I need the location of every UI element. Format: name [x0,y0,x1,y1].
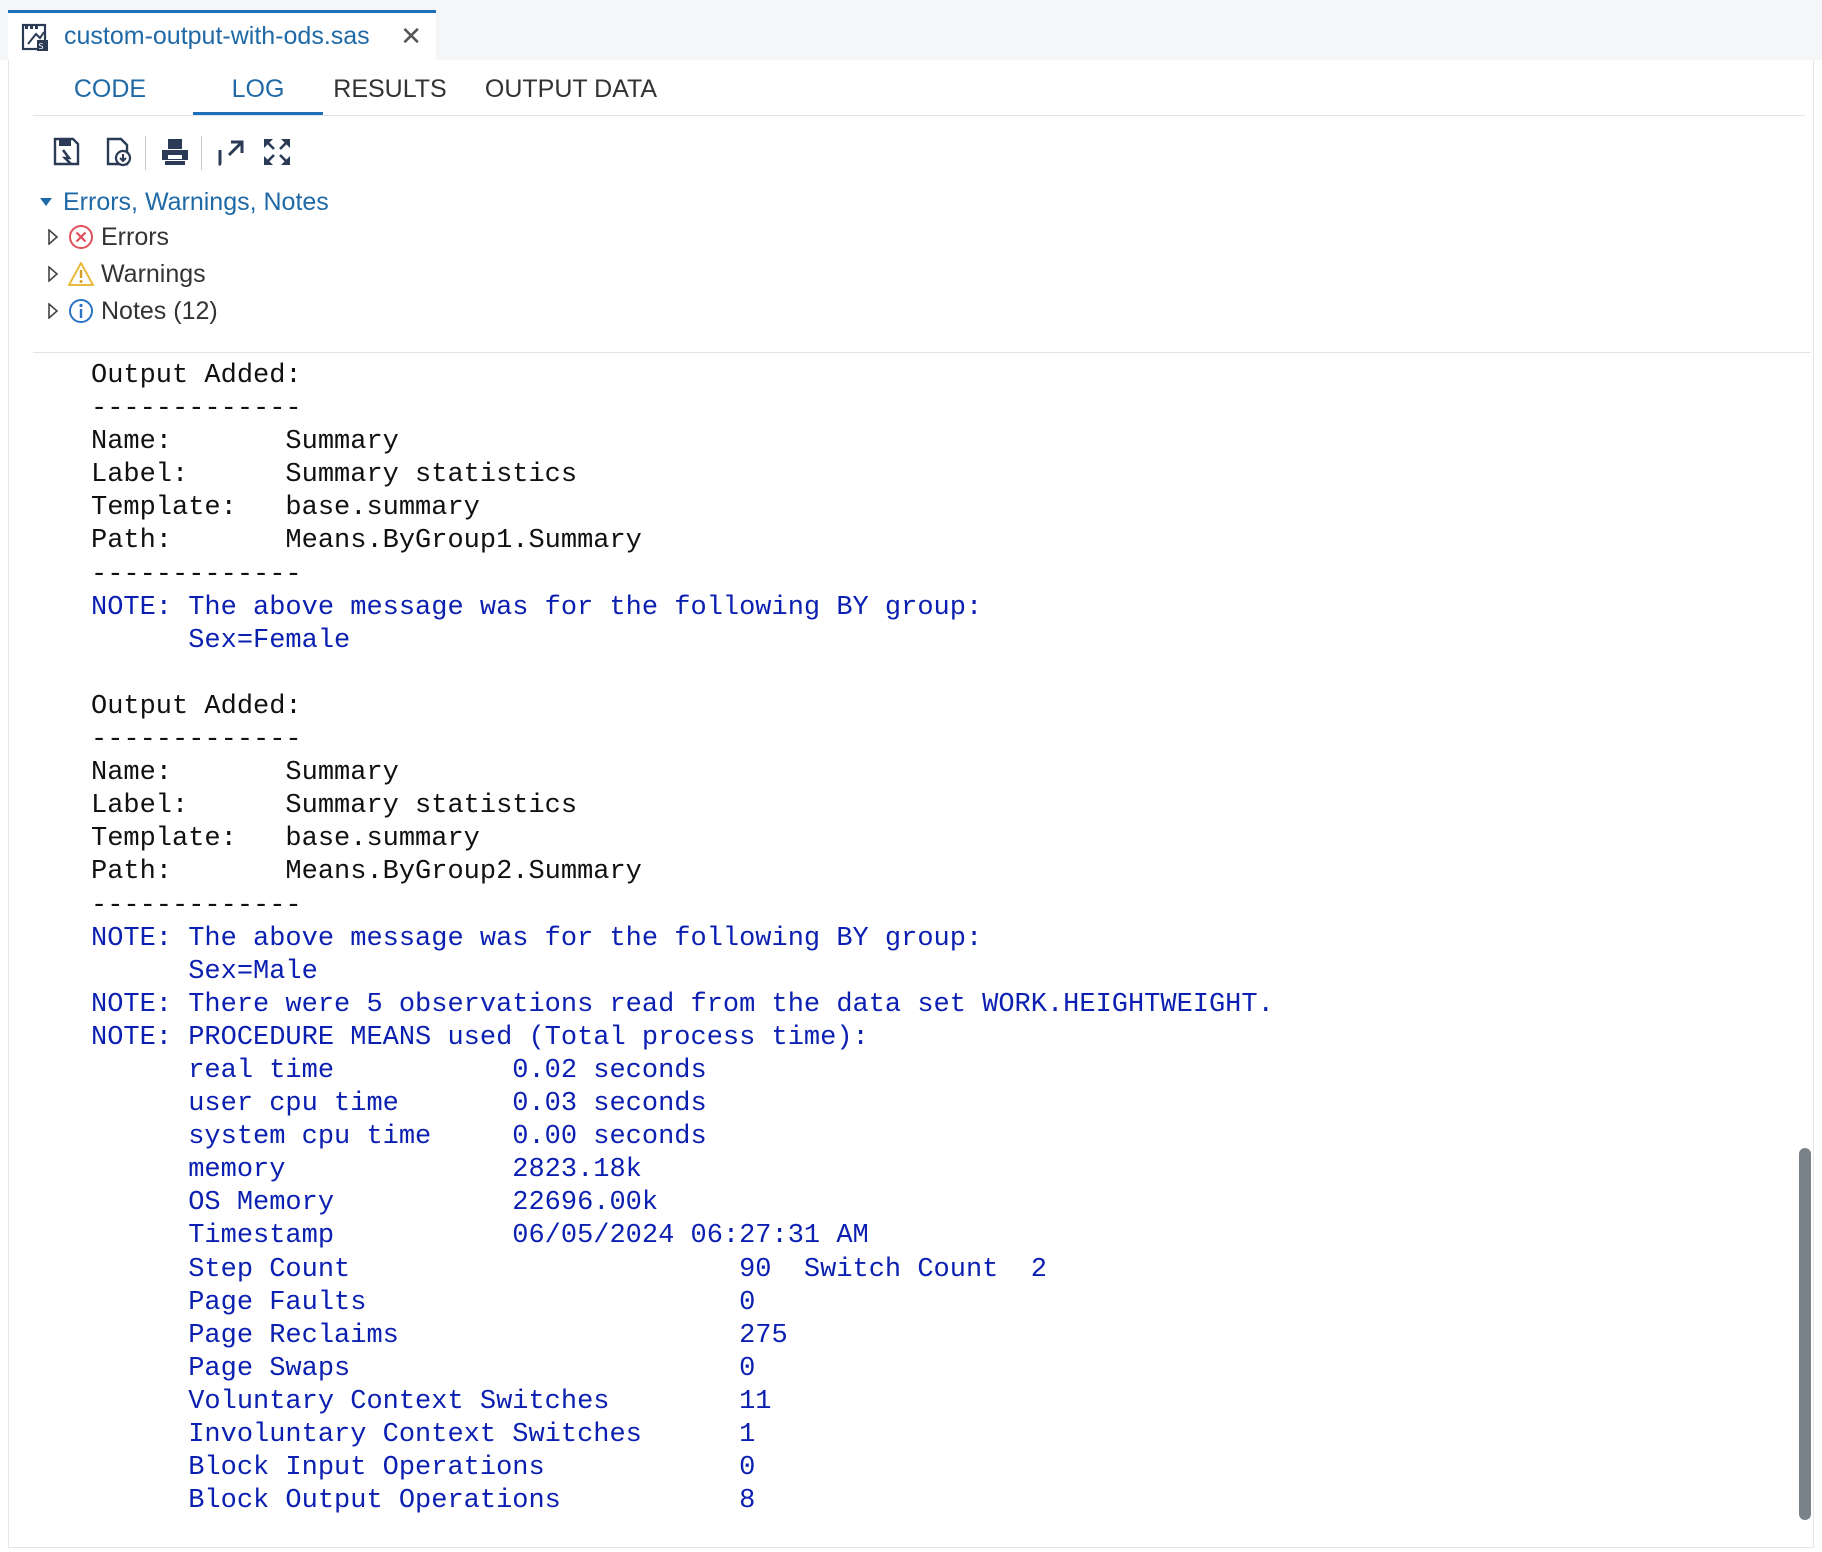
popout-icon[interactable] [215,136,247,168]
log-line: Name: Summary [91,758,399,789]
log-note-line: NOTE: There were 5 observations read fro… [91,989,1274,1020]
log-note-line: Step Count 90 Switch Count 2 [91,1254,1047,1285]
log-note-line: NOTE: The above message was for the foll… [91,592,983,623]
log-note-line: Timestamp 06/05/2024 06:27:31 AM [91,1221,869,1252]
program-panel: CODE LOG RESULTS OUTPUT DATA Errors, War… [8,60,1814,1548]
log-toolbar [39,132,439,176]
tab-results[interactable]: RESULTS [331,60,449,115]
log-output: Output Added: ------------- Name: Summary L… [91,360,1274,1518]
warning-icon [68,262,94,286]
log-note-line: system cpu time 0.00 seconds [91,1122,707,1153]
log-note-line: memory 2823.18k [91,1155,642,1186]
log-note-line: Page Reclaims 275 [91,1320,788,1351]
log-note-line: Voluntary Context Switches 11 [91,1386,772,1417]
log-line: ------------- [91,725,302,756]
caret-right-icon [48,266,59,282]
log-line: ------------- [91,559,302,590]
tab-output-data[interactable]: OUTPUT DATA [471,60,671,115]
log-line: Path: Means.ByGroup2.Summary [91,857,642,888]
tree-item-label: Warnings [101,259,206,288]
log-note-line: Involuntary Context Switches 1 [91,1420,756,1450]
tree-item-notes[interactable]: Notes (12) [47,291,218,331]
tab-log[interactable]: LOG [193,60,323,115]
toolbar-separator [201,136,202,170]
tab-code[interactable]: CODE [69,60,151,115]
log-line: Path: Means.ByGroup1.Summary [91,526,642,557]
log-line: Label: Summary statistics [91,460,578,491]
close-tab-icon[interactable]: ✕ [400,21,422,52]
tree-divider [33,352,1811,353]
log-line: Template: base.summary [91,493,480,524]
tree-item-label: Errors [101,222,170,251]
log-note-line: real time 0.02 seconds [91,1055,707,1086]
log-note-line: Block Output Operations 8 [91,1486,756,1517]
download-log-icon[interactable] [103,136,135,168]
log-line: Name: Summary [91,427,399,458]
log-line: Output Added: [91,361,302,391]
caret-right-icon [48,229,59,245]
tree-item-warnings[interactable]: Warnings [47,254,206,294]
info-icon [69,299,93,323]
log-line: ------------- [91,890,302,921]
log-scrollbar[interactable] [1799,1148,1811,1520]
log-note-line: Sex=Male [91,956,318,987]
log-line: ------------- [91,394,302,425]
svg-text:S: S [39,42,44,51]
file-tab[interactable]: S custom-output-with-ods.sas ✕ [8,10,436,60]
tree-root[interactable]: Errors, Warnings, Notes [39,182,329,222]
toolbar-separator [145,136,146,170]
error-icon [69,225,93,249]
subtab-bar: CODE LOG RESULTS OUTPUT DATA [33,60,1805,116]
tree-item-label: Notes (12) [101,296,218,325]
log-note-line: NOTE: The above message was for the foll… [91,923,983,954]
caret-down-icon [40,198,52,206]
log-note-line: Page Faults 0 [91,1287,756,1318]
log-note-line: Sex=Female [91,625,351,656]
tree-item-errors[interactable]: Errors [47,217,169,257]
log-line: Label: Summary statistics [91,791,578,822]
file-tab-name: custom-output-with-ods.sas [64,22,370,50]
log-note-line: Page Swaps 0 [91,1353,756,1384]
log-line: Output Added: [91,691,302,722]
log-note-line: Block Input Operations 0 [91,1453,756,1484]
log-note-line: OS Memory 22696.00k [91,1188,659,1219]
save-log-icon[interactable] [51,136,83,168]
caret-right-icon [48,303,59,319]
log-line: Template: base.summary [91,824,480,855]
editor-tab-bar: S custom-output-with-ods.sas ✕ [0,0,1822,60]
print-icon[interactable] [159,136,191,168]
sas-program-icon: S [21,23,48,51]
maximize-icon[interactable] [261,136,293,168]
tree-root-label: Errors, Warnings, Notes [63,187,329,216]
log-note-line: user cpu time 0.03 seconds [91,1089,707,1120]
log-note-line: NOTE: PROCEDURE MEANS used (Total proces… [91,1022,869,1053]
